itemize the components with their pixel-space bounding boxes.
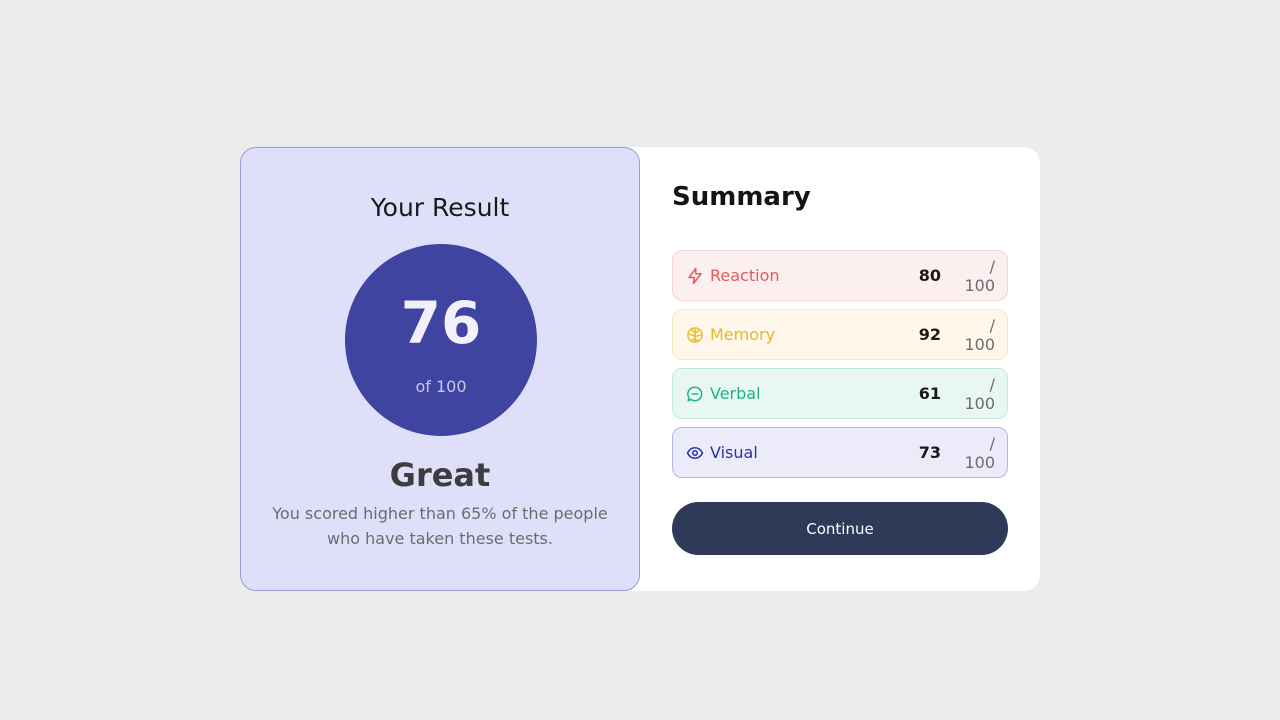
summary-row-verbal: Verbal 61 / 100 (672, 368, 1008, 419)
brain-icon (686, 326, 704, 344)
summary-row-score: 73 (918, 443, 941, 462)
summary-row-score: 92 (918, 325, 941, 344)
lightning-icon (686, 267, 704, 285)
summary-row-score: 61 (918, 384, 941, 403)
summary-panel: Summary Reaction 80 / 100 Memory 92 / 10… (640, 147, 1040, 591)
summary-row-max: / 100 (964, 315, 995, 354)
summary-row-label: Memory (710, 325, 776, 344)
results-card: Your Result 76 of 100 Great You scored h… (240, 147, 1040, 591)
summary-row-reaction: Reaction 80 / 100 (672, 250, 1008, 301)
score-circle: 76 of 100 (345, 244, 537, 436)
summary-title: Summary (672, 182, 811, 212)
eye-icon (686, 444, 704, 462)
score-value: 76 (400, 289, 482, 357)
score-of-label: of 100 (415, 377, 467, 396)
result-title: Your Result (370, 193, 510, 222)
summary-row-memory: Memory 92 / 100 (672, 309, 1008, 360)
summary-row-max: / 100 (964, 256, 995, 295)
chat-icon (686, 385, 704, 403)
continue-button[interactable]: Continue (672, 502, 1008, 555)
summary-row-label: Visual (710, 443, 758, 462)
summary-row-label: Verbal (710, 384, 761, 403)
summary-list: Reaction 80 / 100 Memory 92 / 100 Verbal… (672, 250, 1008, 486)
summary-row-visual: Visual 73 / 100 (672, 427, 1008, 478)
result-description: You scored higher than 65% of the people… (272, 504, 608, 548)
summary-row-max: / 100 (964, 433, 995, 472)
summary-row-label: Reaction (710, 266, 780, 285)
summary-row-max: / 100 (964, 374, 995, 413)
summary-row-score: 80 (918, 266, 941, 285)
rating-label: Great (389, 456, 491, 494)
result-panel: Your Result 76 of 100 Great You scored h… (240, 147, 640, 591)
